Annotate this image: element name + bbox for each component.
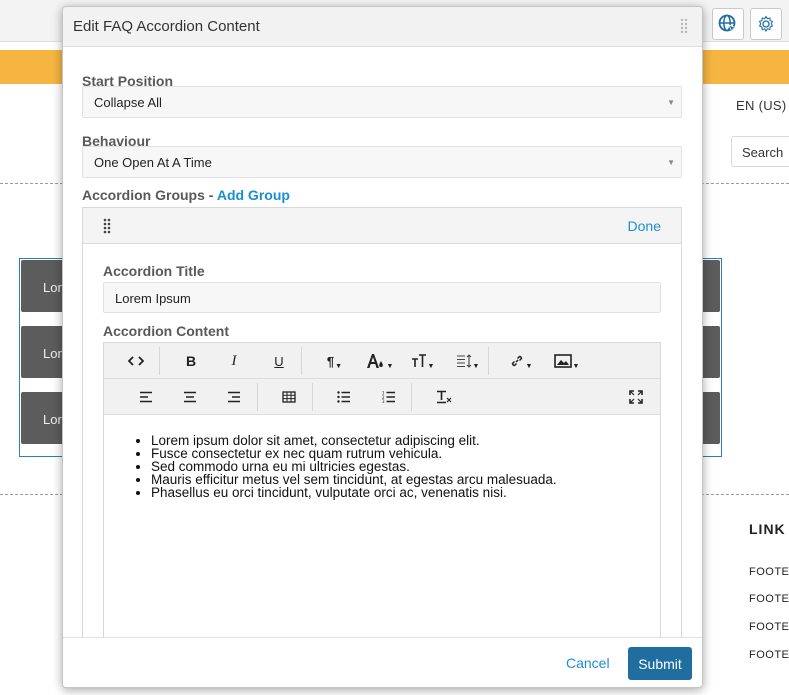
list-item: Phasellus eu orci tincidunt, vulputate o… xyxy=(151,486,660,500)
align-center-icon[interactable] xyxy=(170,379,210,415)
drag-handle-icon[interactable] xyxy=(103,218,111,239)
footer-link[interactable]: FOOTEI xyxy=(749,621,789,633)
editor-toolbar-row-2: 123 xyxy=(104,379,660,415)
editor-content-area[interactable]: Lorem ipsum dolor sit amet, consectetur … xyxy=(104,416,660,500)
background-search-input[interactable]: Search xyxy=(731,136,789,167)
toolbar-separator xyxy=(488,347,489,375)
insert-table-icon[interactable] xyxy=(269,379,309,415)
unordered-list-icon[interactable] xyxy=(324,379,364,415)
language-button[interactable] xyxy=(712,8,744,40)
drag-handle-icon[interactable] xyxy=(680,18,688,39)
text-color-icon[interactable]: ▼ xyxy=(359,343,399,379)
insert-image-icon[interactable]: ▼ xyxy=(546,343,586,379)
page: EN (US) Search Lor Lor Lor LINK FOOTEI F… xyxy=(0,0,789,695)
clear-formatting-icon[interactable] xyxy=(424,379,464,415)
footer-link[interactable]: FOOTEI xyxy=(749,649,789,661)
footer-links-heading: LINK xyxy=(749,521,786,537)
line-height-icon[interactable]: ▼ xyxy=(447,343,487,379)
toolbar-separator xyxy=(312,383,313,411)
toolbar-separator xyxy=(411,383,412,411)
rich-text-editor: B I U ¶ ▼ ▼ ▼ ▼ ▼ ▼ 1 2 3 • Lorem ipsum … xyxy=(103,342,661,637)
font-size-icon[interactable]: ▼ xyxy=(402,343,442,379)
paragraph-format-icon[interactable]: ¶ ▼ xyxy=(314,343,354,379)
done-button[interactable]: Done xyxy=(628,218,661,234)
toolbar-separator xyxy=(257,383,258,411)
code-view-icon[interactable] xyxy=(116,343,156,379)
gear-icon xyxy=(757,15,775,33)
bullet-list: Lorem ipsum dolor sit amet, consectetur … xyxy=(132,434,660,500)
fullscreen-icon[interactable] xyxy=(616,379,656,415)
language-selector[interactable]: EN (US) xyxy=(736,98,787,113)
accordion-group-panel: Done Accordion Title Lorem Ipsum Accordi… xyxy=(82,207,682,637)
accordion-title-input[interactable]: Lorem Ipsum xyxy=(103,282,661,313)
align-right-icon[interactable] xyxy=(214,379,254,415)
align-left-icon[interactable] xyxy=(126,379,166,415)
svg-text:3: 3 xyxy=(382,399,385,403)
accordion-content-label: Accordion Content xyxy=(103,323,229,339)
accordion-groups-heading: Accordion Groups - Add Group xyxy=(82,187,290,203)
start-position-select[interactable]: Collapse All ▼ xyxy=(82,86,682,118)
footer-link[interactable]: FOOTEI xyxy=(749,593,789,605)
insert-link-icon[interactable]: ▼ xyxy=(500,343,540,379)
modal-body: Start Position Collapse All ▼ Behaviour … xyxy=(63,48,702,637)
behaviour-value: One Open At A Time xyxy=(94,155,212,170)
italic-icon[interactable]: I xyxy=(214,343,254,379)
modal-footer: Cancel Submit xyxy=(63,637,702,687)
editor-toolbar-row-1: B I U ¶ ▼ ▼ ▼ ▼ ▼ ▼ xyxy=(104,343,660,379)
cancel-button[interactable]: Cancel xyxy=(566,655,610,671)
submit-button[interactable]: Submit xyxy=(628,647,692,680)
chevron-down-icon: ▼ xyxy=(667,158,675,167)
settings-button[interactable] xyxy=(750,8,782,40)
chevron-down-icon: ▼ xyxy=(667,98,675,107)
accordion-title-label: Accordion Title xyxy=(103,263,205,279)
modal-title: Edit FAQ Accordion Content xyxy=(73,18,260,35)
toolbar-separator xyxy=(301,347,302,375)
toolbar-separator xyxy=(159,347,160,375)
accordion-group-header: Done xyxy=(83,208,681,244)
modal-header[interactable]: Edit FAQ Accordion Content xyxy=(63,7,702,47)
add-group-link[interactable]: Add Group xyxy=(217,187,290,203)
globe-cursor-icon xyxy=(718,14,738,34)
bold-icon[interactable]: B xyxy=(171,343,211,379)
behaviour-select[interactable]: One Open At A Time ▼ xyxy=(82,146,682,178)
start-position-value: Collapse All xyxy=(94,95,162,110)
underline-icon[interactable]: U xyxy=(259,343,299,379)
ordered-list-icon[interactable]: 123 xyxy=(369,379,409,415)
edit-faq-modal: Edit FAQ Accordion Content Start Positio… xyxy=(62,6,703,688)
footer-link[interactable]: FOOTEI xyxy=(749,566,789,578)
accordion-groups-label: Accordion Groups - xyxy=(82,187,217,203)
